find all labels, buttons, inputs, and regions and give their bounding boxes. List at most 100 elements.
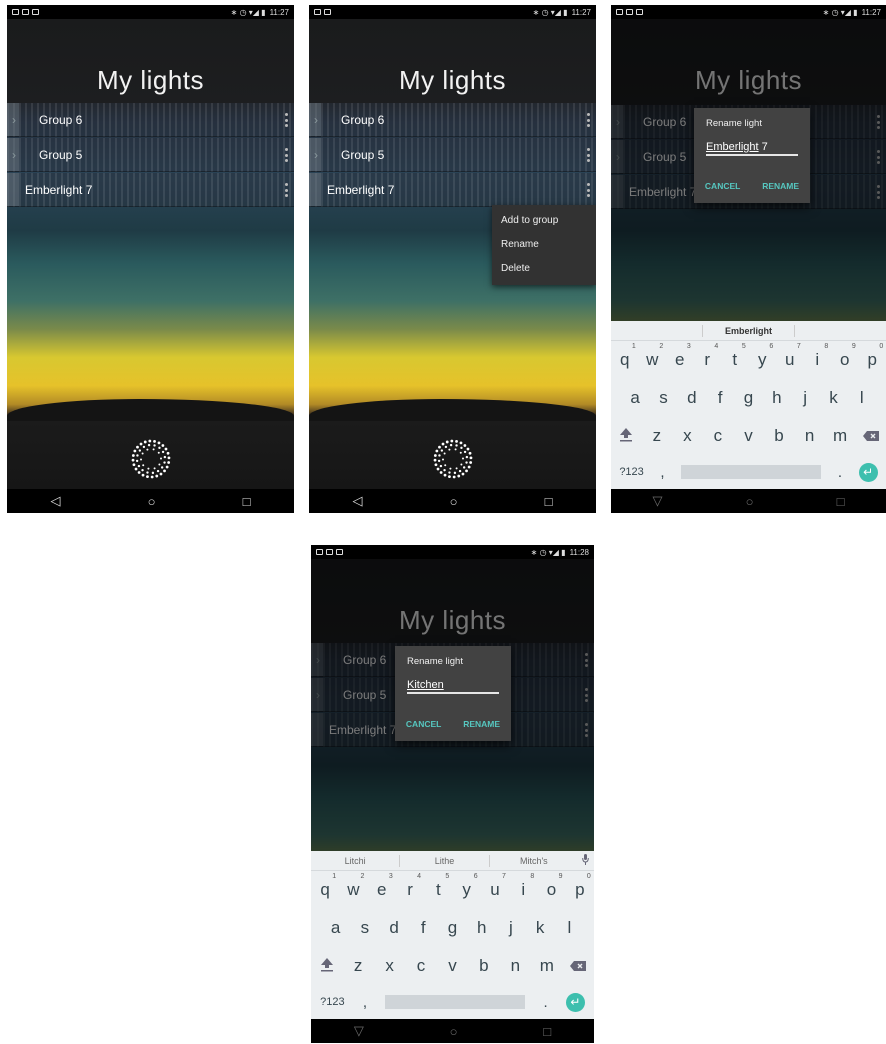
cancel-button[interactable]: CANCEL <box>705 181 740 191</box>
emberlight-logo-icon[interactable] <box>131 439 171 479</box>
cancel-button[interactable]: CANCEL <box>406 719 441 729</box>
key-b[interactable]: b <box>474 956 494 976</box>
suggestion-item[interactable]: Litchi <box>311 856 399 866</box>
rename-input[interactable]: Emberlight 7 <box>706 141 798 156</box>
key-y[interactable]: y6 <box>752 343 773 370</box>
comma-key[interactable]: , <box>660 464 664 481</box>
key-c[interactable]: c <box>411 956 431 976</box>
backspace-icon[interactable] <box>568 956 588 976</box>
enter-icon[interactable]: ↵ <box>858 462 878 482</box>
key-n[interactable]: n <box>800 426 820 446</box>
light-row[interactable]: Emberlight 7 <box>7 173 294 207</box>
microphone-icon[interactable] <box>578 854 594 867</box>
home-icon[interactable]: ○ <box>148 494 156 509</box>
key-q[interactable]: q1 <box>615 343 636 370</box>
key-v[interactable]: v <box>738 426 758 446</box>
overflow-menu-icon[interactable] <box>587 148 590 162</box>
key-s[interactable]: s <box>355 918 375 938</box>
key-k[interactable]: k <box>823 388 843 408</box>
key-s[interactable]: s <box>653 388 673 408</box>
recents-icon[interactable]: □ <box>243 494 251 509</box>
space-bar[interactable] <box>681 465 822 479</box>
light-row[interactable]: Emberlight 7 <box>309 173 596 207</box>
shift-icon[interactable] <box>616 426 636 447</box>
rename-input[interactable]: Kitchen <box>407 679 499 694</box>
overflow-menu-icon[interactable] <box>285 183 288 197</box>
key-q[interactable]: q1 <box>315 873 336 900</box>
key-g[interactable]: g <box>738 388 758 408</box>
rename-button[interactable]: RENAME <box>762 181 799 191</box>
key-e[interactable]: e3 <box>670 343 691 370</box>
key-d[interactable]: d <box>384 918 404 938</box>
period-key[interactable]: . <box>543 994 547 1011</box>
key-w[interactable]: w2 <box>642 343 663 370</box>
symbols-key[interactable]: ?123 <box>619 466 643 478</box>
key-z[interactable]: z <box>647 426 667 446</box>
key-x[interactable]: x <box>380 956 400 976</box>
key-p[interactable]: p0 <box>570 873 591 900</box>
key-y[interactable]: y6 <box>457 873 477 900</box>
suggestion-item[interactable]: Emberlight <box>703 326 794 336</box>
key-f[interactable]: f <box>413 918 433 938</box>
key-z[interactable]: z <box>348 956 368 976</box>
key-p[interactable]: p0 <box>862 343 884 370</box>
rename-button[interactable]: RENAME <box>463 719 500 729</box>
period-key[interactable]: . <box>838 464 842 481</box>
backspace-icon[interactable] <box>861 426 881 446</box>
key-j[interactable]: j <box>501 918 521 938</box>
light-row[interactable]: ›Group 5 <box>309 138 596 172</box>
light-row[interactable]: ›Group 6 <box>309 103 596 137</box>
menu-item-rename[interactable]: Rename <box>492 233 596 257</box>
suggestion-item[interactable]: Lithe <box>400 856 488 866</box>
enter-icon[interactable]: ↵ <box>565 992 585 1012</box>
shift-icon[interactable] <box>317 956 337 977</box>
key-f[interactable]: f <box>710 388 730 408</box>
overflow-menu-icon[interactable] <box>285 113 288 127</box>
key-r[interactable]: r4 <box>697 343 718 370</box>
key-r[interactable]: r4 <box>400 873 421 900</box>
key-k[interactable]: k <box>530 918 550 938</box>
key-h[interactable]: h <box>472 918 492 938</box>
key-b[interactable]: b <box>769 426 789 446</box>
key-d[interactable]: d <box>682 388 702 408</box>
key-l[interactable]: l <box>559 918 579 938</box>
key-v[interactable]: v <box>442 956 462 976</box>
menu-item-add-to-group[interactable]: Add to group <box>492 209 596 233</box>
light-row[interactable]: ›Group 5 <box>7 138 294 172</box>
key-m[interactable]: m <box>537 956 557 976</box>
key-c[interactable]: c <box>708 426 728 446</box>
key-g[interactable]: g <box>442 918 462 938</box>
key-l[interactable]: l <box>852 388 872 408</box>
overflow-menu-icon[interactable] <box>587 183 590 197</box>
space-bar[interactable] <box>385 995 526 1009</box>
key-n[interactable]: n <box>505 956 525 976</box>
overflow-menu-icon[interactable] <box>587 113 590 127</box>
emberlight-logo-icon[interactable] <box>433 439 473 479</box>
menu-item-delete[interactable]: Delete <box>492 257 596 281</box>
key-o[interactable]: o9 <box>542 873 563 900</box>
key-j[interactable]: j <box>795 388 815 408</box>
comma-key[interactable]: , <box>363 994 367 1011</box>
key-x[interactable]: x <box>677 426 697 446</box>
key-u[interactable]: u7 <box>485 873 506 900</box>
key-o[interactable]: o9 <box>835 343 856 370</box>
key-e[interactable]: e3 <box>372 873 393 900</box>
back-icon[interactable]: ◁ <box>353 493 363 509</box>
key-u[interactable]: u7 <box>780 343 801 370</box>
home-icon[interactable]: ○ <box>450 494 458 509</box>
key-m[interactable]: m <box>830 426 850 446</box>
key-w[interactable]: w2 <box>343 873 364 900</box>
symbols-key[interactable]: ?123 <box>320 996 344 1008</box>
suggestion-item[interactable]: Mitch's <box>490 856 578 866</box>
key-t[interactable]: t5 <box>428 873 449 900</box>
key-i[interactable]: i8 <box>513 873 534 900</box>
key-t[interactable]: t5 <box>725 343 745 370</box>
recents-icon[interactable]: □ <box>545 494 553 509</box>
back-icon[interactable]: ◁ <box>51 493 61 509</box>
overflow-menu-icon[interactable] <box>285 148 288 162</box>
key-h[interactable]: h <box>767 388 787 408</box>
key-a[interactable]: a <box>625 388 645 408</box>
light-row[interactable]: ›Group 6 <box>7 103 294 137</box>
key-i[interactable]: i8 <box>807 343 828 370</box>
key-a[interactable]: a <box>326 918 346 938</box>
